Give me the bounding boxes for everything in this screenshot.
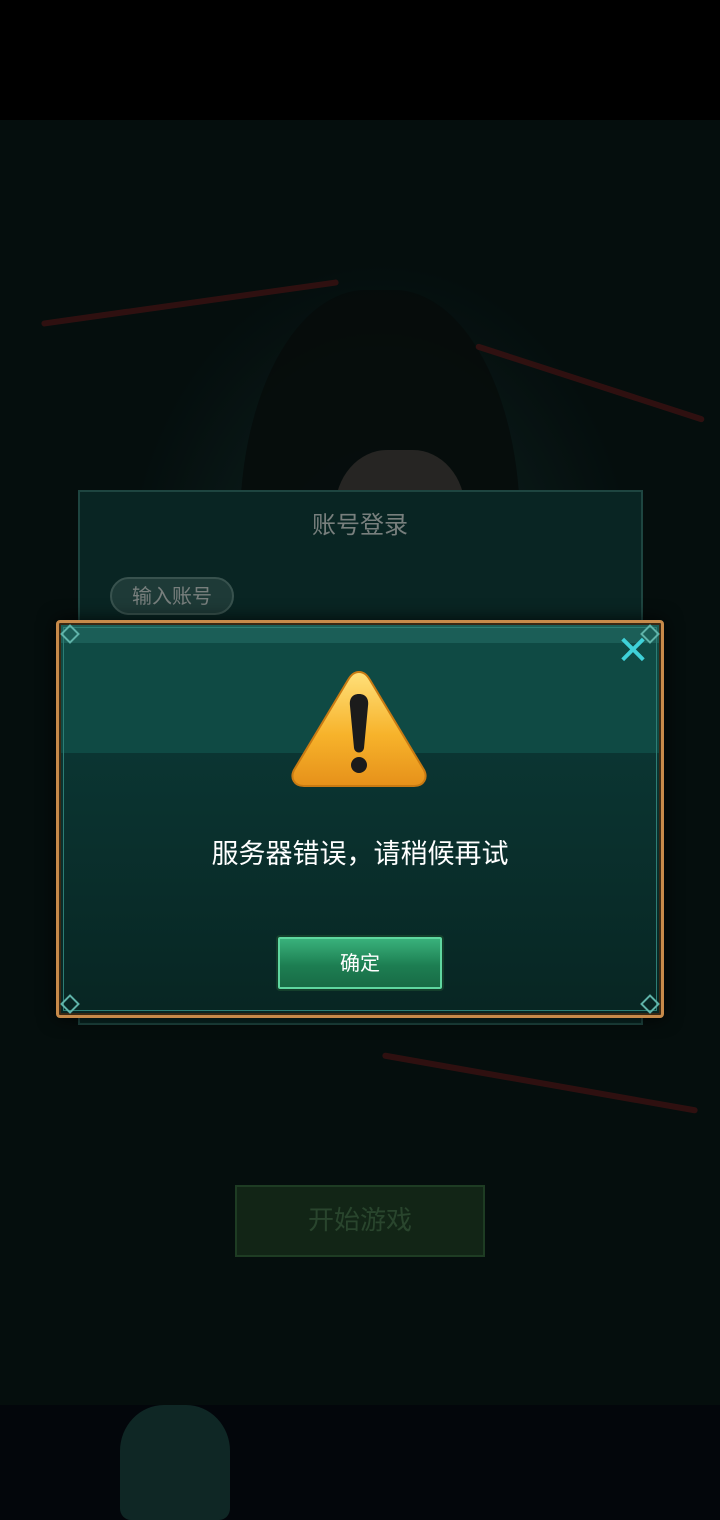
error-message: 服务器错误，请稍候再试 (211, 839, 509, 870)
corner-ornament (640, 994, 660, 1014)
corner-ornament (60, 994, 80, 1014)
warning-triangle-icon (291, 670, 427, 787)
close-icon[interactable]: ✕ (612, 630, 654, 672)
confirm-button[interactable]: 确定 (276, 935, 444, 991)
corner-ornament (60, 624, 80, 644)
